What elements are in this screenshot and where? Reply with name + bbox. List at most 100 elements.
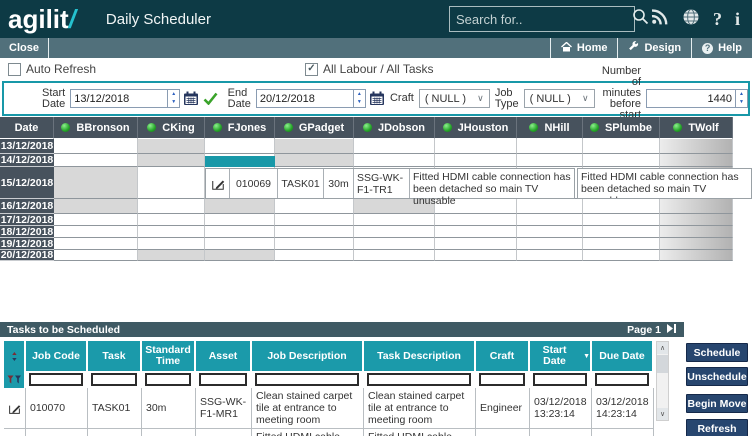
end-date-input[interactable] bbox=[257, 90, 353, 107]
grid-cell[interactable] bbox=[275, 199, 354, 214]
scroll-down-icon[interactable]: ∨ bbox=[657, 408, 668, 420]
edit-row-icon[interactable] bbox=[4, 429, 26, 436]
grid-cell[interactable] bbox=[354, 214, 435, 226]
scroll-up-icon[interactable]: ∧ bbox=[657, 342, 668, 354]
grid-header-person[interactable]: CKing bbox=[138, 117, 205, 139]
grid-header-person[interactable]: JHouston bbox=[435, 117, 517, 139]
grid-cell[interactable] bbox=[583, 139, 660, 154]
filter-input-standard-time[interactable] bbox=[145, 373, 191, 386]
scheduled-task-card-overflow[interactable]: Fitted HDMI cable connection has been de… bbox=[577, 168, 752, 199]
minutes-input[interactable] bbox=[647, 90, 735, 107]
grid-cell[interactable] bbox=[583, 238, 660, 250]
selected-slot[interactable] bbox=[205, 156, 275, 167]
grid-cell[interactable] bbox=[138, 214, 205, 226]
filter-input-job-code[interactable] bbox=[29, 373, 83, 386]
col-start-date[interactable]: Start Date ▼ bbox=[530, 341, 592, 371]
grid-cell[interactable] bbox=[435, 238, 517, 250]
grid-header-person[interactable]: GPadget bbox=[275, 117, 354, 139]
grid-cell[interactable] bbox=[54, 199, 138, 214]
grid-cell[interactable] bbox=[660, 238, 733, 250]
begin-move-button[interactable]: Begin Move bbox=[686, 394, 748, 413]
grid-header-person[interactable]: JDobson bbox=[354, 117, 435, 139]
grid-header-person[interactable]: TWolf bbox=[660, 117, 733, 139]
grid-header-person[interactable]: SPlumbe bbox=[583, 117, 660, 139]
filter-input-task[interactable] bbox=[91, 373, 137, 386]
start-date-input[interactable] bbox=[71, 90, 167, 107]
col-task-description[interactable]: Task Description bbox=[364, 341, 476, 371]
grid-cell[interactable] bbox=[138, 199, 205, 214]
grid-cell[interactable] bbox=[138, 250, 205, 261]
grid-cell[interactable] bbox=[54, 250, 138, 261]
scheduled-task-card[interactable]: 010069 TASK01 30m SSG-WK-F1-TR1 Fitted H… bbox=[205, 168, 575, 199]
help-button[interactable]: ? Help bbox=[691, 38, 752, 58]
grid-cell[interactable] bbox=[517, 238, 583, 250]
grid-cell[interactable] bbox=[583, 154, 660, 167]
close-button[interactable]: Close bbox=[0, 38, 49, 58]
grid-cell[interactable] bbox=[205, 226, 275, 238]
col-asset[interactable]: Asset bbox=[196, 341, 252, 371]
grid-cell[interactable] bbox=[435, 226, 517, 238]
grid-cell[interactable] bbox=[138, 226, 205, 238]
grid-cell[interactable] bbox=[517, 154, 583, 167]
grid-cell[interactable] bbox=[275, 214, 354, 226]
grid-header-person[interactable]: BBronson bbox=[54, 117, 138, 139]
grid-cell[interactable] bbox=[275, 139, 354, 154]
grid-cell[interactable] bbox=[354, 226, 435, 238]
col-craft[interactable]: Craft bbox=[476, 341, 530, 371]
grid-cell[interactable] bbox=[435, 250, 517, 261]
grid-cell[interactable] bbox=[354, 139, 435, 154]
last-page-icon[interactable] bbox=[667, 324, 677, 336]
col-due-date[interactable]: Due Date bbox=[592, 341, 654, 371]
apply-check-icon[interactable] bbox=[203, 92, 218, 105]
grid-cell[interactable] bbox=[583, 250, 660, 261]
grid-cell[interactable] bbox=[517, 139, 583, 154]
sort-column-icon[interactable] bbox=[4, 341, 26, 371]
filter-input-start-date[interactable] bbox=[533, 373, 587, 386]
grid-cell[interactable] bbox=[660, 214, 733, 226]
search-input[interactable] bbox=[456, 12, 632, 27]
col-task[interactable]: Task bbox=[88, 341, 142, 371]
design-button[interactable]: Design bbox=[617, 38, 691, 58]
filter-input-craft[interactable] bbox=[479, 373, 525, 386]
grid-cell[interactable] bbox=[435, 214, 517, 226]
filter-funnel-icon[interactable] bbox=[4, 371, 26, 388]
grid-header-person[interactable]: FJones bbox=[205, 117, 275, 139]
rss-icon[interactable] bbox=[651, 8, 669, 30]
grid-cell[interactable] bbox=[205, 214, 275, 226]
info-icon[interactable]: i bbox=[735, 10, 740, 28]
start-date-stepper[interactable]: ▲▼ bbox=[167, 90, 179, 107]
grid-cell[interactable] bbox=[660, 199, 733, 214]
grid-cell[interactable] bbox=[54, 226, 138, 238]
filter-input-asset[interactable] bbox=[199, 373, 247, 386]
grid-cell[interactable] bbox=[354, 250, 435, 261]
grid-cell[interactable] bbox=[275, 154, 354, 167]
job-type-select[interactable]: ( NULL ) ∨ bbox=[524, 89, 595, 108]
grid-cell[interactable] bbox=[54, 154, 138, 167]
grid-cell[interactable] bbox=[660, 226, 733, 238]
grid-cell[interactable] bbox=[275, 250, 354, 261]
craft-select[interactable]: ( NULL ) ∨ bbox=[419, 89, 490, 108]
grid-cell[interactable] bbox=[205, 199, 275, 214]
filter-input-due-date[interactable] bbox=[595, 373, 649, 386]
col-job-description[interactable]: Job Description bbox=[252, 341, 364, 371]
grid-cell[interactable] bbox=[517, 250, 583, 261]
home-button[interactable]: Home bbox=[550, 38, 618, 58]
search-icon[interactable] bbox=[632, 8, 649, 30]
col-job-code[interactable]: Job Code bbox=[26, 341, 88, 371]
search-box[interactable] bbox=[449, 6, 635, 32]
grid-cell[interactable] bbox=[138, 154, 205, 167]
edit-row-icon[interactable] bbox=[4, 388, 26, 429]
start-date-calendar-icon[interactable] bbox=[183, 91, 199, 106]
grid-cell[interactable] bbox=[54, 167, 138, 199]
grid-cell[interactable] bbox=[205, 139, 275, 154]
grid-cell[interactable] bbox=[435, 154, 517, 167]
minutes-stepper[interactable]: ▲▼ bbox=[735, 90, 747, 107]
grid-cell[interactable] bbox=[54, 139, 138, 154]
all-labour-toggle[interactable]: ✓ All Labour / All Tasks bbox=[305, 62, 434, 76]
grid-cell[interactable] bbox=[354, 238, 435, 250]
filter-input-task-description[interactable] bbox=[367, 373, 471, 386]
grid-cell[interactable] bbox=[354, 154, 435, 167]
schedule-button[interactable]: Schedule bbox=[686, 343, 748, 362]
filter-input-job-description[interactable] bbox=[255, 373, 359, 386]
table-scrollbar[interactable]: ∧ ∨ bbox=[656, 341, 669, 421]
